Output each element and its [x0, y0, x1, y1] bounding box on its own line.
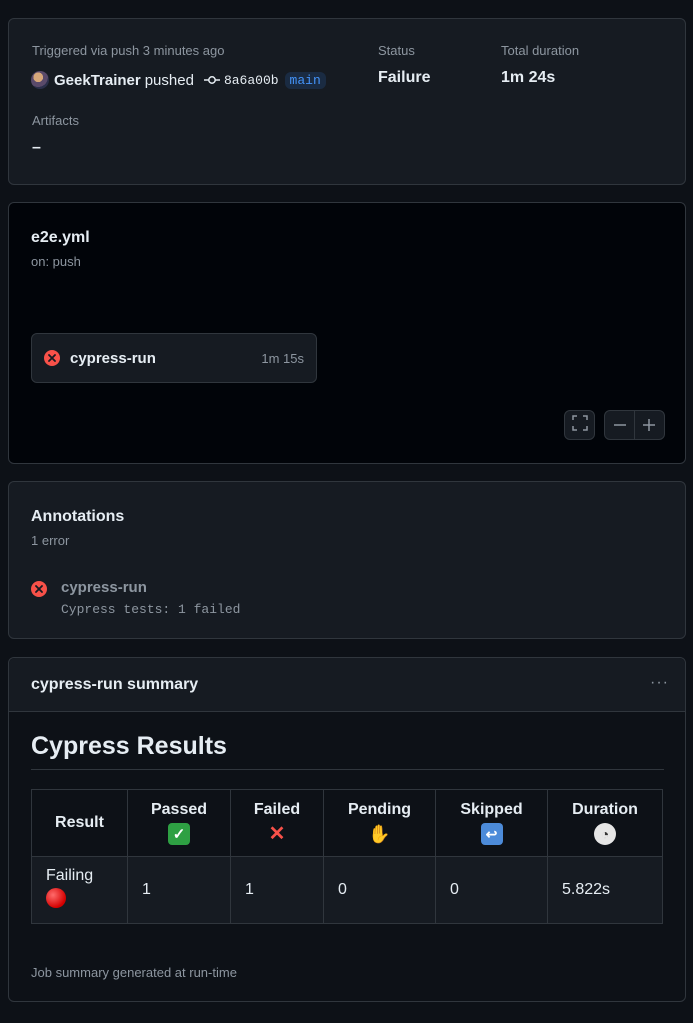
error-icon: [31, 581, 47, 597]
run-summary-card: Triggered via push 3 minutes ago GeekTra…: [8, 18, 686, 185]
failure-icon: [44, 350, 60, 366]
zoom-out-button[interactable]: [605, 411, 634, 439]
status-label: Status: [378, 43, 415, 58]
zoom-controls: [604, 410, 665, 440]
check-emoji-icon: ✓: [168, 823, 190, 845]
pending-cell: 0: [323, 856, 436, 924]
job-node-cypress-run[interactable]: cypress-run 1m 15s: [31, 333, 317, 383]
job-summary-header: cypress-run summary ···: [9, 658, 685, 712]
annotations-title: Annotations: [31, 508, 125, 525]
column-header-passed: Passed ✓: [127, 789, 231, 857]
annotation-item: cypress-run Cypress tests: 1 failed: [31, 579, 240, 617]
duration-value: 1m 24s: [501, 69, 556, 86]
workflow-file-name: e2e.yml: [31, 229, 90, 246]
result-cell: Failing: [31, 856, 128, 924]
cypress-results-heading: Cypress Results: [31, 732, 664, 770]
column-header-duration: Duration ◔: [547, 789, 663, 857]
annotations-count: 1 error: [31, 533, 70, 548]
annotations-card: Annotations 1 error cypress-run Cypress …: [8, 481, 686, 639]
zoom-in-button[interactable]: [635, 411, 664, 439]
table-row: Failing 1 1 0 0 5.822s: [31, 856, 663, 924]
results-table: Result Passed ✓ Failed ✕ Pending ✋ Skipp…: [31, 789, 663, 924]
commit-icon: [203, 74, 220, 86]
job-summary-card: cypress-run summary ··· Cypress Results …: [8, 657, 686, 1002]
minus-icon: [613, 424, 626, 426]
artifacts-label: Artifacts: [32, 113, 79, 128]
clock-emoji-icon: ◔: [594, 823, 616, 845]
push-verb: pushed: [144, 71, 194, 89]
branch-label[interactable]: main: [284, 71, 326, 89]
commit-sha-link[interactable]: 8a6a00b: [224, 73, 279, 88]
column-header-skipped: Skipped ↩: [435, 789, 548, 857]
fullscreen-icon: [571, 414, 588, 436]
kebab-menu-icon[interactable]: ···: [650, 674, 669, 692]
artifacts-value: –: [32, 139, 41, 156]
trigger-text: Triggered via push 3 minutes ago: [32, 43, 225, 58]
workflow-trigger: on: push: [31, 254, 81, 269]
workflow-graph: e2e.yml on: push cypress-run 1m 15s: [8, 202, 686, 464]
avatar[interactable]: [31, 71, 49, 89]
push-info: GeekTrainer pushed 8a6a00b main: [31, 71, 326, 89]
skipped-cell: 0: [435, 856, 548, 924]
annotation-job-link[interactable]: cypress-run: [61, 579, 240, 596]
fullscreen-button[interactable]: [564, 410, 595, 440]
user-link[interactable]: GeekTrainer: [54, 72, 141, 89]
column-header-result: Result: [31, 789, 128, 857]
job-summary-footer: Job summary generated at run-time: [31, 965, 237, 980]
job-node-name: cypress-run: [70, 349, 156, 367]
job-summary-title: cypress-run summary: [31, 676, 199, 693]
status-value: Failure: [378, 69, 431, 86]
undo-emoji-icon: ↩: [480, 823, 503, 845]
cross-emoji-icon: ✕: [268, 823, 286, 845]
hand-emoji-icon: ✋: [368, 824, 391, 844]
annotation-message: Cypress tests: 1 failed: [61, 602, 241, 617]
column-header-pending: Pending ✋: [323, 789, 436, 857]
job-node-duration: 1m 15s: [261, 350, 304, 366]
passed-cell: 1: [127, 856, 231, 924]
duration-label: Total duration: [501, 43, 580, 58]
red-circle-icon: [46, 888, 66, 908]
plus-icon: [643, 419, 656, 431]
failed-cell: 1: [230, 856, 324, 924]
duration-cell: 5.822s: [547, 856, 663, 924]
column-header-failed: Failed ✕: [230, 789, 324, 857]
